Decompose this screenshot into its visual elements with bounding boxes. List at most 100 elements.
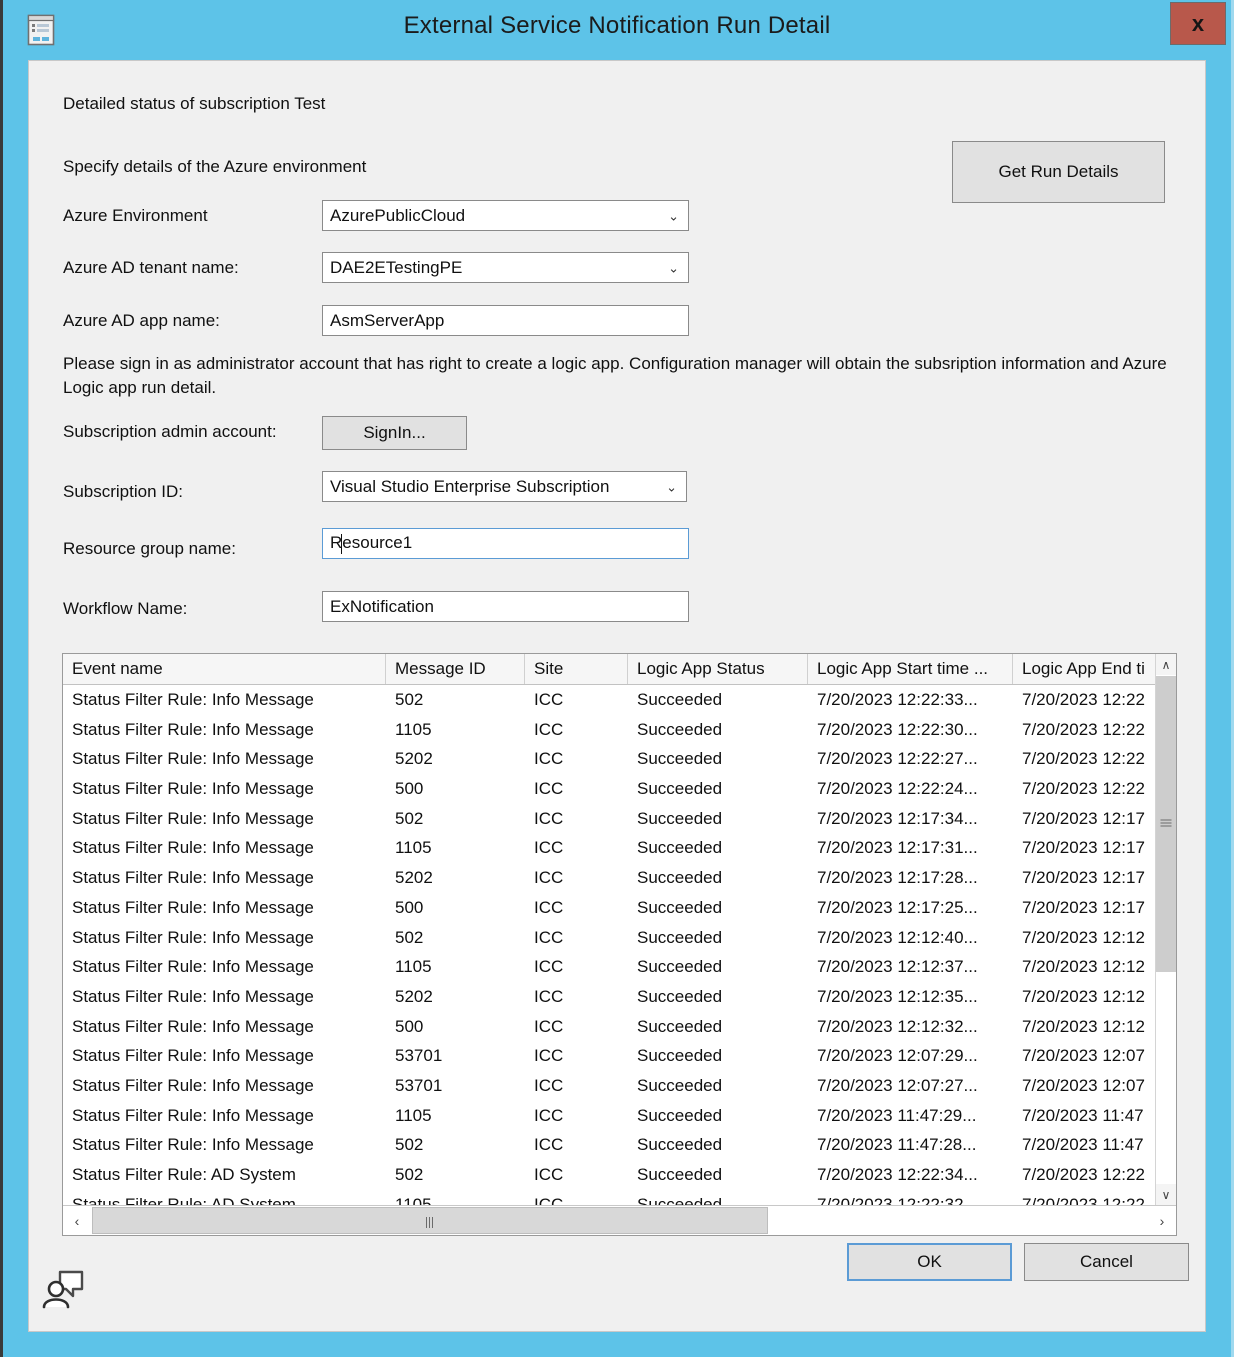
table-cell: 7/20/2023 12:17 — [1022, 897, 1145, 917]
scroll-right-icon[interactable]: › — [1148, 1206, 1176, 1235]
window-title: External Service Notification Run Detail — [403, 12, 831, 39]
run-detail-table: Event name Message ID Site Logic App Status… — [62, 653, 1177, 1236]
table-cell: Succeeded — [637, 957, 723, 977]
table-cell: Succeeded — [637, 1165, 723, 1184]
table-row[interactable]: Status Filter Rule: Info Message 1105 ICC S… — [63, 715, 1155, 745]
table-row[interactable]: Status Filter Rule: Info Message 5202 ICC S… — [63, 744, 1155, 774]
scroll-up-icon[interactable]: ∧ — [1156, 654, 1176, 675]
scroll-left-icon[interactable]: ‹ — [63, 1206, 91, 1235]
dialog-window: External Service Notification Run Detail… — [0, 0, 1234, 1357]
horizontal-scrollbar[interactable]: ‹ › — [63, 1205, 1176, 1235]
table-cell: 7/20/2023 12:07 — [1022, 1075, 1145, 1095]
window-bottom-chrome — [3, 1332, 1231, 1357]
table-row[interactable]: Status Filter Rule: Info Message 53701 ICC… — [63, 1071, 1155, 1101]
table-cell: Succeeded — [637, 927, 723, 947]
table-cell: 7/20/2023 12:17:31... — [817, 838, 978, 858]
table-cell: Succeeded — [637, 779, 723, 799]
app-name-value: AsmServerApp — [330, 310, 445, 330]
azure-environment-value: AzurePublicCloud — [330, 205, 466, 225]
table-cell: 500 — [395, 779, 424, 799]
resource-group-value: Resource1 — [330, 533, 413, 554]
table-cell: Status Filter Rule: Info Message — [72, 838, 314, 858]
tenant-name-label: Azure AD tenant name: — [63, 258, 239, 277]
table-row[interactable]: Status Filter Rule: Info Message 1105 ICC S… — [63, 952, 1155, 982]
table-row[interactable]: Status Filter Rule: Info Message 53701 ICC… — [63, 1041, 1155, 1071]
table-column-header[interactable]: Message ID — [386, 654, 525, 684]
table-cell: 7/20/2023 11:47:28... — [817, 1135, 977, 1155]
table-cell: Status Filter Rule: Info Message — [72, 749, 314, 769]
table-cell: 53701 — [395, 1075, 443, 1095]
table-cell: Status Filter Rule: Info Message — [72, 1135, 314, 1155]
table-cell: 502 — [395, 1135, 424, 1155]
vertical-scrollbar[interactable]: ∧ ∨ — [1155, 654, 1176, 1205]
table-row[interactable]: Status Filter Rule: AD System 1105 ICC Succ… — [63, 1190, 1155, 1205]
table-cell: 1105 — [395, 719, 432, 739]
table-row[interactable]: Status Filter Rule: Info Message 5202 ICC S… — [63, 863, 1155, 893]
table-row[interactable]: Status Filter Rule: Info Message 502 ICC Su… — [63, 804, 1155, 834]
table-cell: ICC — [534, 1194, 564, 1205]
horizontal-scroll-thumb[interactable] — [92, 1207, 768, 1234]
table-cell: ICC — [534, 838, 564, 858]
table-cell: Succeeded — [637, 1135, 723, 1155]
table-column-header[interactable]: Logic App Status — [628, 654, 808, 684]
ok-button[interactable]: OK — [847, 1243, 1012, 1281]
table-cell: Status Filter Rule: Info Message — [72, 957, 314, 977]
table-row[interactable]: Status Filter Rule: Info Message 502 ICC Su… — [63, 685, 1155, 715]
table-cell: 7/20/2023 12:22:32... — [817, 1194, 978, 1205]
table-cell: 7/20/2023 12:22:24... — [817, 779, 978, 799]
vertical-scroll-thumb[interactable] — [1156, 676, 1176, 972]
table-cell: Status Filter Rule: Info Message — [72, 1046, 314, 1066]
subscription-id-select[interactable]: Visual Studio Enterprise Subscription ⌄ — [322, 471, 687, 502]
table-row[interactable]: Status Filter Rule: Info Message 1105 ICC S… — [63, 1101, 1155, 1131]
table-column-header[interactable]: Event name — [63, 654, 386, 684]
user-feedback-icon[interactable] — [42, 1267, 86, 1309]
table-cell: ICC — [534, 1105, 564, 1125]
get-run-details-button[interactable]: Get Run Details — [952, 141, 1165, 203]
table-row[interactable]: Status Filter Rule: AD System 502 ICC Succe… — [63, 1160, 1155, 1190]
tenant-name-select[interactable]: DAE2ETestingPE ⌄ — [322, 252, 689, 283]
table-cell: Status Filter Rule: Info Message — [72, 868, 314, 888]
table-row[interactable]: Status Filter Rule: Info Message 502 ICC Su… — [63, 923, 1155, 953]
table-cell: 7/20/2023 11:47 — [1022, 1105, 1144, 1125]
azure-environment-label: Azure Environment — [63, 206, 208, 225]
table-cell: ICC — [534, 868, 564, 888]
table-cell: Succeeded — [637, 1075, 723, 1095]
app-name-field[interactable]: AsmServerApp — [322, 305, 689, 336]
table-cell: 7/20/2023 12:07 — [1022, 1046, 1145, 1066]
title-bar: External Service Notification Run Detail… — [3, 0, 1231, 60]
table-cell: 1105 — [395, 838, 432, 858]
table-cell: 7/20/2023 12:17 — [1022, 868, 1145, 888]
table-row[interactable]: Status Filter Rule: Info Message 500 ICC Su… — [63, 893, 1155, 923]
close-button[interactable]: x — [1170, 2, 1226, 45]
table-cell: Succeeded — [637, 749, 723, 769]
table-column-header[interactable]: Logic App End ti — [1013, 654, 1176, 684]
section-caption: Specify details of the Azure environment — [63, 157, 367, 176]
table-row[interactable]: Status Filter Rule: Info Message 502 ICC Su… — [63, 1130, 1155, 1160]
table-row[interactable]: Status Filter Rule: Info Message 500 ICC Su… — [63, 1012, 1155, 1042]
table-row[interactable]: Status Filter Rule: Info Message 1105 ICC S… — [63, 833, 1155, 863]
table-column-header[interactable]: Site — [525, 654, 628, 684]
scroll-down-icon[interactable]: ∨ — [1156, 1184, 1176, 1205]
table-cell: Succeeded — [637, 897, 723, 917]
table-column-header[interactable]: Logic App Start time ... — [808, 654, 1013, 684]
subscription-id-label: Subscription ID: — [63, 482, 183, 501]
table-row[interactable]: Status Filter Rule: Info Message 500 ICC Su… — [63, 774, 1155, 804]
table-cell: 1105 — [395, 1105, 432, 1125]
table-cell: Succeeded — [637, 838, 723, 858]
table-cell: 7/20/2023 12:22 — [1022, 690, 1145, 709]
table-cell: Status Filter Rule: Info Message — [72, 986, 314, 1006]
resource-group-field[interactable]: Resource1 — [322, 528, 689, 559]
table-cell: 7/20/2023 12:22:34... — [817, 1165, 978, 1184]
table-cell: Status Filter Rule: AD System — [72, 1194, 296, 1205]
workflow-name-field[interactable]: ExNotification — [322, 591, 689, 622]
table-row[interactable]: Status Filter Rule: Info Message 5202 ICC S… — [63, 982, 1155, 1012]
chevron-down-icon: ⌄ — [668, 208, 679, 223]
table-cell: Succeeded — [637, 719, 723, 739]
cancel-button[interactable]: Cancel — [1024, 1243, 1189, 1281]
azure-environment-select[interactable]: AzurePublicCloud ⌄ — [322, 200, 689, 231]
scroll-grip-icon — [425, 1215, 435, 1228]
signin-button[interactable]: SignIn... — [322, 416, 467, 450]
table-cell: Succeeded — [637, 986, 723, 1006]
table-cell: 7/20/2023 11:47:29... — [817, 1105, 977, 1125]
resource-group-label: Resource group name: — [63, 539, 236, 558]
